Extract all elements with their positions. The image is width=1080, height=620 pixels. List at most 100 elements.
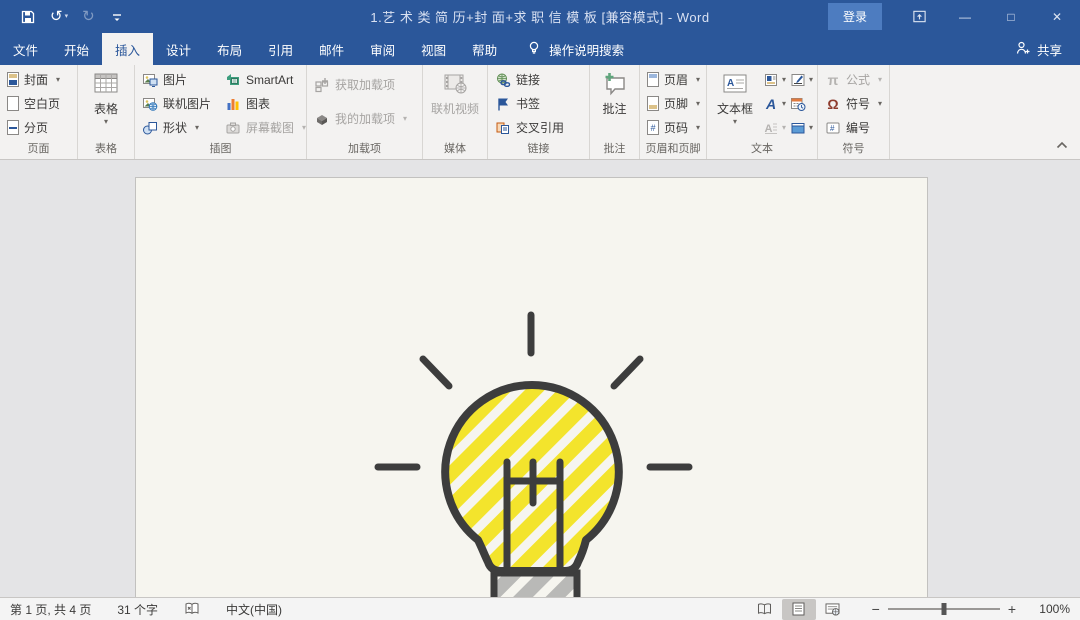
quick-access-toolbar: ↺ ▾ ↻ [0, 9, 125, 25]
chart-icon [227, 98, 239, 110]
footer-button[interactable]: 页脚 [642, 93, 705, 114]
smartart-button[interactable]: SmartArt [220, 69, 304, 90]
my-addins-button: 我的加载项 [309, 108, 412, 129]
quick-parts-button[interactable]: ▾ [761, 69, 788, 90]
tell-me-search[interactable]: 操作说明搜索 [526, 33, 624, 65]
group-table: 表格 ▾ 表格 [78, 65, 135, 159]
proofing-icon[interactable] [184, 602, 200, 616]
close-button[interactable]: ✕ [1034, 0, 1080, 33]
bookmark-button[interactable]: 书签 [490, 93, 569, 114]
tab-layout[interactable]: 布局 [204, 33, 255, 65]
link-button[interactable]: 链接 [490, 69, 569, 90]
svg-text:#: # [830, 124, 835, 133]
save-icon[interactable] [20, 9, 36, 25]
zoom-in-button[interactable]: + [1000, 601, 1024, 617]
document-page[interactable] [135, 177, 928, 597]
tab-view[interactable]: 视图 [408, 33, 459, 65]
group-header-footer: 页眉 页脚 #页码 页眉和页脚 [640, 65, 707, 159]
collapse-ribbon-icon[interactable] [1056, 136, 1068, 154]
signature-line-button[interactable]: ▾ [788, 69, 815, 90]
online-video-icon [444, 74, 467, 94]
tab-file[interactable]: 文件 [0, 33, 51, 65]
object-button[interactable]: ▾ [788, 117, 815, 138]
blank-page-icon [7, 96, 19, 111]
get-addins-icon [315, 77, 329, 92]
ribbon: 封面 空白页 分页 页面 表格 ▾ 表格 图片 联机图片 [0, 65, 1080, 160]
cross-reference-button[interactable]: 交叉引用 [490, 117, 569, 138]
wordart-icon: A [765, 95, 777, 112]
document-area [0, 160, 1080, 597]
tab-help[interactable]: 帮助 [459, 33, 510, 65]
redo-icon: ↻ [82, 8, 95, 25]
symbol-button[interactable]: Ω 符号 [820, 93, 887, 114]
tab-references[interactable]: 引用 [255, 33, 306, 65]
signin-button[interactable]: 登录 [827, 3, 882, 30]
page-indicator[interactable]: 第 1 页, 共 4 页 [10, 601, 91, 618]
read-mode-button[interactable] [748, 599, 782, 620]
web-layout-button[interactable] [816, 599, 850, 620]
header-icon [647, 72, 659, 87]
pictures-button[interactable]: 图片 [137, 69, 220, 90]
table-button[interactable]: 表格 ▾ [80, 65, 132, 142]
online-video-button: 联机视频 [425, 65, 485, 142]
link-icon [497, 73, 511, 87]
shapes-button[interactable]: 形状 [137, 117, 220, 138]
tab-design[interactable]: 设计 [153, 33, 204, 65]
cover-page-button[interactable]: 封面 [2, 69, 65, 90]
zoom-slider-handle[interactable] [941, 603, 947, 615]
comment-button[interactable]: 批注 [592, 65, 637, 142]
zoom-percentage[interactable]: 100% [1024, 602, 1070, 616]
person-add-icon [1015, 40, 1031, 59]
zoom-slider[interactable] [887, 603, 1000, 615]
group-links: 链接 书签 交叉引用 链接 [488, 65, 590, 159]
tab-mailings[interactable]: 邮件 [306, 33, 357, 65]
page-break-button[interactable]: 分页 [2, 117, 65, 138]
object-icon [791, 122, 805, 133]
chart-button[interactable]: 图表 [220, 93, 304, 114]
cross-reference-icon [496, 122, 509, 134]
blank-page-button[interactable]: 空白页 [2, 93, 65, 114]
language-indicator[interactable]: 中文(中国) [226, 601, 282, 618]
group-illustrations: 图片 联机图片 形状 SmartArt 图表 屏幕截图 [135, 65, 307, 159]
date-time-icon [791, 97, 806, 111]
lightbulb-illustration[interactable] [332, 310, 732, 597]
share-button[interactable]: 共享 [1015, 33, 1080, 65]
ribbon-display-options-icon[interactable] [896, 0, 942, 33]
tab-home[interactable]: 开始 [51, 33, 102, 65]
zoom-control: − + 100% [864, 601, 1070, 617]
shapes-icon [143, 121, 157, 134]
page-number-button[interactable]: # 页码 [642, 117, 705, 138]
page-break-icon [7, 120, 19, 135]
number-button[interactable]: # 编号 [820, 117, 887, 138]
group-text: A 文本框 ▾ ▾ A ▾ A ▾ ▾ ▾ 文本 [707, 65, 818, 159]
screenshot-icon [226, 122, 240, 133]
header-button[interactable]: 页眉 [642, 69, 705, 90]
textbox-button[interactable]: A 文本框 ▾ [709, 65, 761, 142]
word-count[interactable]: 31 个字 [117, 601, 158, 618]
omega-icon: Ω [827, 95, 839, 112]
title-bar: ↺ ▾ ↻ 1.艺 术 类 简 历+封 面+求 职 信 模 板 [兼容模式] - … [0, 0, 1080, 33]
drop-cap-button: A ▾ [761, 117, 788, 138]
group-pages: 封面 空白页 分页 页面 [0, 65, 78, 159]
pi-icon: π [827, 71, 839, 88]
wordart-button[interactable]: A ▾ [761, 93, 788, 114]
maximize-button[interactable]: □ [988, 0, 1034, 33]
online-pictures-button[interactable]: 联机图片 [137, 93, 220, 114]
equation-button: π 公式 [820, 69, 887, 90]
svg-text:A: A [727, 78, 734, 89]
tab-insert[interactable]: 插入 [102, 33, 154, 65]
tab-review[interactable]: 审阅 [357, 33, 408, 65]
customize-qat-icon[interactable] [109, 9, 125, 25]
table-grid-icon [94, 73, 118, 93]
undo-icon[interactable]: ↺ ▾ [50, 9, 68, 24]
ribbon-tab-bar: 文件 开始 插入 设计 布局 引用 邮件 审阅 视图 帮助 操作说明搜索 共享 [0, 33, 1080, 65]
bulb-base [490, 569, 580, 597]
drop-cap-icon: A [765, 123, 777, 135]
print-layout-button[interactable] [781, 598, 816, 620]
date-time-button[interactable] [788, 93, 815, 114]
smartart-icon [227, 73, 239, 85]
online-pictures-icon [143, 97, 158, 111]
group-media: 联机视频 媒体 [423, 65, 488, 159]
minimize-button[interactable]: — [942, 0, 988, 33]
zoom-out-button[interactable]: − [864, 601, 888, 617]
